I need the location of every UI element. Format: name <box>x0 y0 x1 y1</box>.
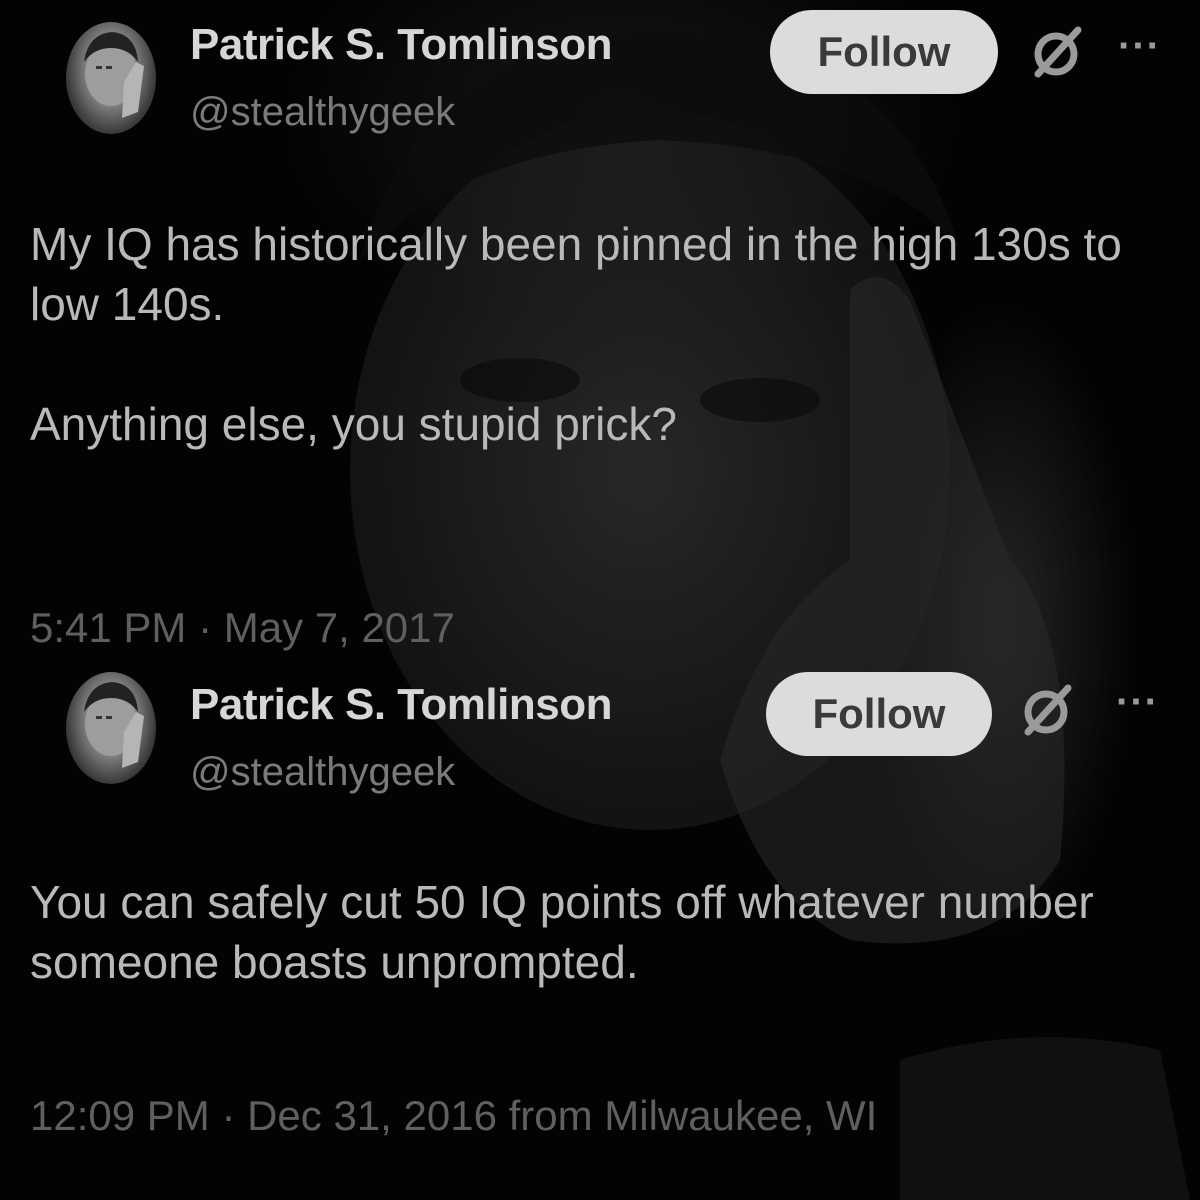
tweet-paragraph: My IQ has historically been pinned in th… <box>30 218 1122 330</box>
background-portrait-photo <box>0 0 1200 1200</box>
follow-button[interactable]: Follow <box>770 10 998 94</box>
display-name[interactable]: Patrick S. Tomlinson <box>190 680 612 730</box>
avatar[interactable] <box>66 22 156 134</box>
display-name[interactable]: Patrick S. Tomlinson <box>190 20 612 70</box>
slashed-circle-icon[interactable] <box>1018 682 1074 738</box>
tweet-timestamp[interactable]: 5:41 PM · May 7, 2017 <box>30 604 455 652</box>
slashed-circle-icon[interactable] <box>1028 24 1084 80</box>
tweet-text: My IQ has historically been pinned in th… <box>30 214 1170 454</box>
follow-button[interactable]: Follow <box>766 672 992 756</box>
tweet-timestamp[interactable]: 12:09 PM · Dec 31, 2016 from Milwaukee, … <box>30 1092 877 1140</box>
more-dots-icon[interactable]: ··· <box>1118 26 1161 66</box>
tweet-text: You can safely cut 50 IQ points off what… <box>30 872 1170 992</box>
avatar[interactable] <box>66 672 156 784</box>
more-dots-icon[interactable]: ··· <box>1116 682 1159 722</box>
portrait-silhouette <box>350 30 1190 1200</box>
tweet-paragraph: Anything else, you stupid prick? <box>30 398 677 450</box>
username-handle[interactable]: @stealthygeek <box>190 750 455 795</box>
tweet-paragraph: You can safely cut 50 IQ points off what… <box>30 876 1094 988</box>
username-handle[interactable]: @stealthygeek <box>190 90 455 135</box>
